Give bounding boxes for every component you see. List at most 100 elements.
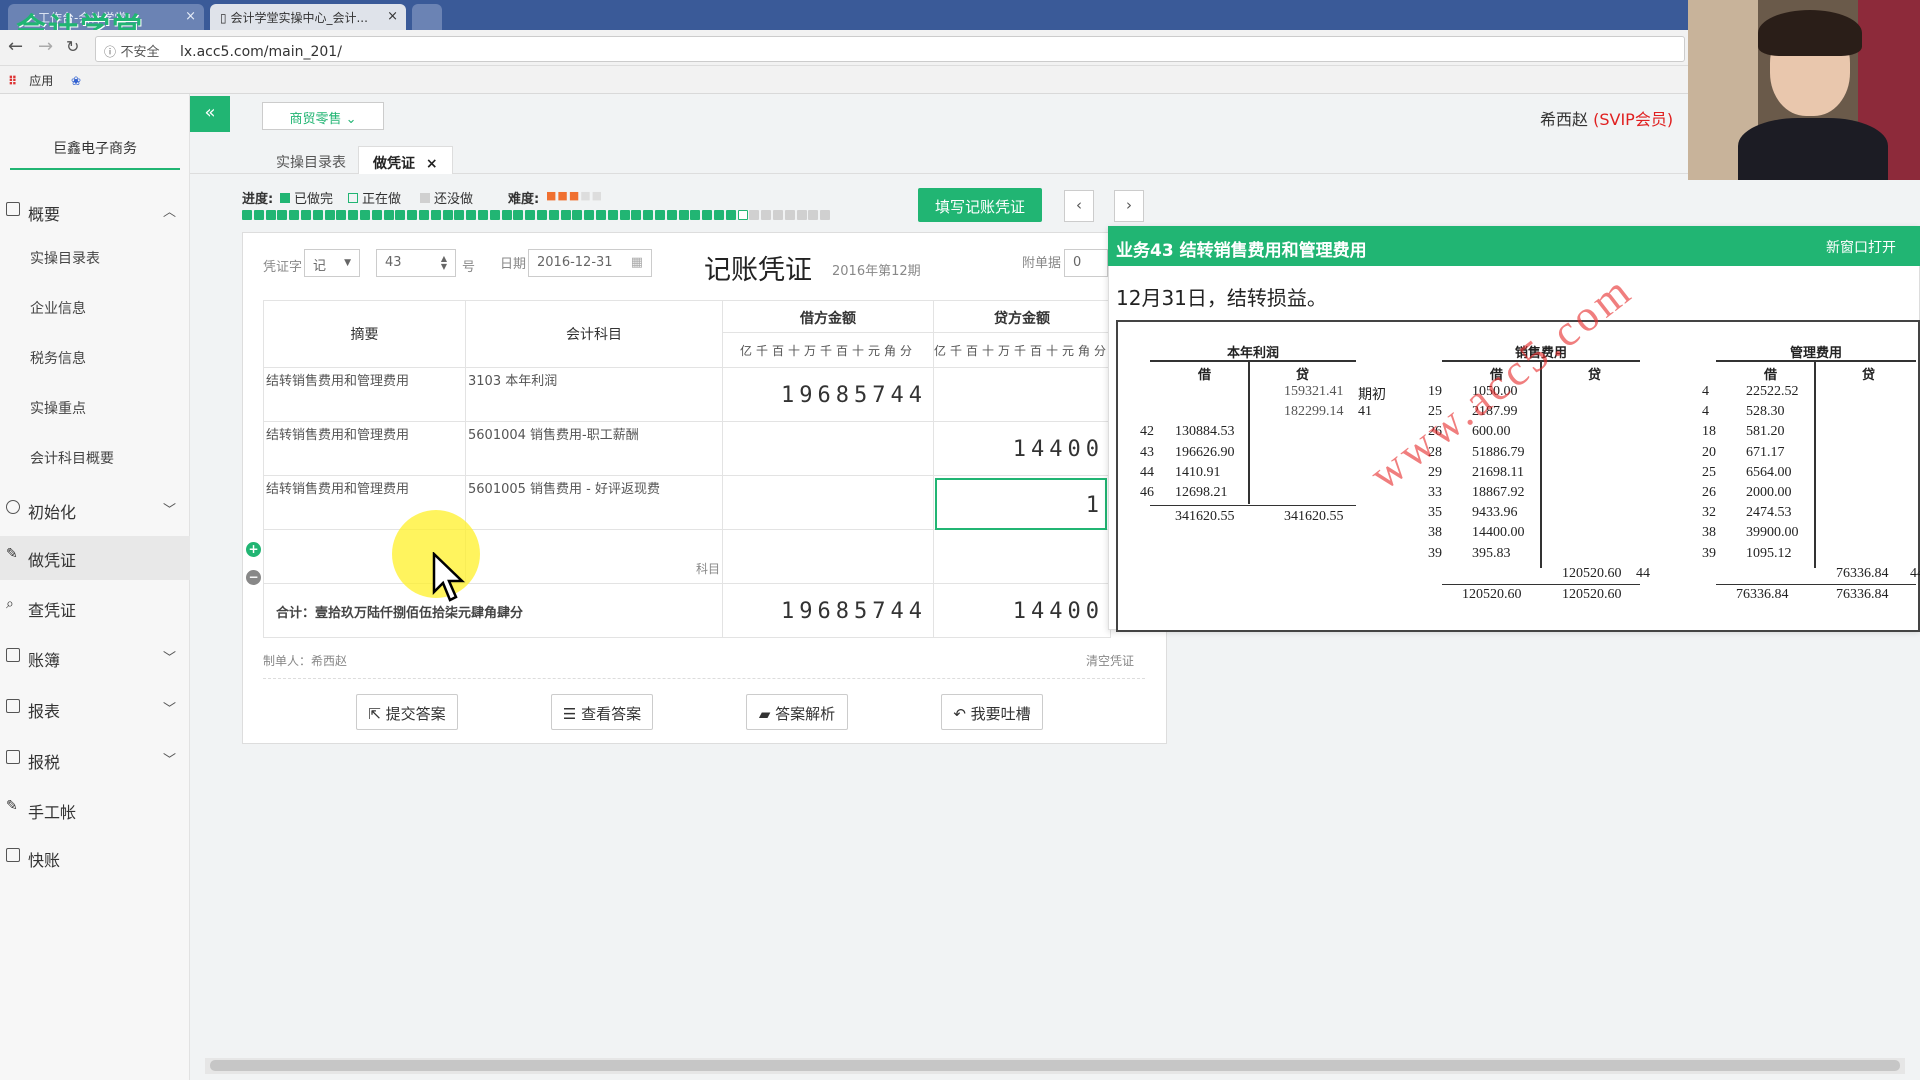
date-field[interactable]: 2016-12-31 ▦ [528,249,652,277]
new-tab-button[interactable] [412,4,442,30]
sidebar-item-init[interactable]: 初始化 ﹀ [0,488,190,532]
fill-voucher-button[interactable]: 填写记账凭证 [918,188,1042,222]
answer-analysis-button[interactable]: ▰ 答案解析 [746,694,848,730]
progress-segment-todo[interactable] [773,210,783,220]
progress-segment-done[interactable] [383,210,394,220]
sidebar-sub-key-points[interactable]: 实操重点 [30,398,86,418]
progress-segment-done[interactable] [584,210,595,220]
progress-segment-done[interactable] [395,210,406,220]
sidebar-item-ledgers[interactable]: 账簿 ﹀ [0,636,190,680]
sidebar-item-make-voucher[interactable]: ✎ 做凭证 [0,536,190,580]
collapse-sidebar-button[interactable]: « [190,96,230,132]
progress-segment-done[interactable] [537,210,547,220]
row-account[interactable]: 3103 本年利润 [465,367,723,422]
view-answer-button[interactable]: ☰ 查看答案 [551,694,653,730]
progress-segment-done[interactable] [525,210,536,220]
row-account[interactable]: 5601005 销售费用 - 好评返现费 [465,475,723,530]
close-icon[interactable]: × [185,9,196,24]
progress-segment-done[interactable] [301,210,311,220]
progress-segment-done[interactable] [607,210,618,220]
sidebar-item-reports[interactable]: 报表 ﹀ [0,687,190,731]
progress-segment-done[interactable] [631,210,642,220]
progress-segment-done[interactable] [560,210,571,220]
progress-segment-done[interactable] [548,210,559,220]
progress-segment-todo[interactable] [784,210,795,220]
progress-segment-done[interactable] [277,210,288,220]
voucher-word-select[interactable]: 记 ▼ [304,249,360,277]
apps-bookmark[interactable]: 应用 [29,74,53,88]
progress-segment-done[interactable] [501,210,512,220]
url-field[interactable]: ⓘ 不安全 lx.acc5.com/main_201/ [95,36,1685,62]
progress-segment-done[interactable] [466,210,477,220]
next-arrow-icon[interactable]: › [1114,190,1144,222]
industry-dropdown[interactable]: 商贸零售 ⌄ [262,102,384,130]
progress-segment-done[interactable] [336,210,347,220]
sidebar-item-overview[interactable]: 概要 ︿ [0,190,190,234]
progress-segment-done[interactable] [596,210,606,220]
sidebar-item-search-voucher[interactable]: ⌕ 查凭证 [0,586,190,630]
progress-segment-done[interactable] [454,210,465,220]
forward-arrow-icon[interactable]: → [38,36,53,57]
table-row[interactable]: 结转销售费用和管理费用 3103 本年利润 19685744 [263,367,1112,422]
progress-segment-todo[interactable] [796,210,807,220]
progress-segment-done[interactable] [714,210,724,220]
progress-segment-done[interactable] [242,210,252,220]
row-account[interactable]: 5601004 销售费用-职工薪酬 [465,421,723,476]
progress-segment-done[interactable] [430,210,441,220]
progress-segment-done[interactable] [289,210,300,220]
browser-tab-practice[interactable]: ▯ 会计学堂实操中心_会计... × [210,4,406,30]
progress-segment-done[interactable] [371,210,382,220]
progress-segment-done[interactable] [442,210,453,220]
row-debit[interactable]: 19685744 [722,367,934,422]
row-debit[interactable] [722,421,934,476]
row-summary[interactable]: 结转销售费用和管理费用 [263,367,466,422]
credit-amount-input[interactable]: 1 [935,478,1107,530]
sidebar-item-quick-ledger[interactable]: 快账 [0,836,190,880]
progress-segment-done[interactable] [478,210,488,220]
progress-segment-todo[interactable] [808,210,819,220]
progress-segment-todo[interactable] [761,210,772,220]
sidebar-sub-accounts-overview[interactable]: 会计科目概要 [30,448,114,468]
progress-segment-done[interactable] [725,210,736,220]
feedback-button[interactable]: ↶ 我要吐槽 [941,694,1043,730]
add-row-icon[interactable]: + [246,542,261,557]
progress-segment-done[interactable] [253,210,264,220]
voucher-number-stepper[interactable]: 43 ▲ ▼ [376,249,456,277]
stepper-arrows-icon[interactable]: ▲ ▼ [441,255,447,271]
calendar-icon[interactable]: ▦ [631,255,643,270]
row-debit[interactable] [722,475,934,530]
baidu-paw-icon[interactable]: ❀ [71,74,81,88]
progress-segment-done[interactable] [678,210,689,220]
close-icon[interactable]: × [387,9,398,24]
progress-segment-done[interactable] [489,210,500,220]
row-credit[interactable] [932,529,1112,584]
table-row[interactable]: 结转销售费用和管理费用 5601004 销售费用-职工薪酬 14400 [263,421,1112,476]
sidebar-item-tax[interactable]: 报税 ﹀ [0,738,190,782]
tab-catalog[interactable]: 实操目录表 [262,146,360,174]
scrollbar-thumb[interactable] [210,1060,1900,1071]
attach-field[interactable]: 0 [1064,249,1108,277]
progress-segment-done[interactable] [324,210,335,220]
progress-segment-todo[interactable] [749,210,760,220]
row-summary[interactable]: 结转销售费用和管理费用 [263,421,466,476]
sidebar-sub-company-info[interactable]: 企业信息 [30,298,86,318]
tab-make-voucher[interactable]: 做凭证 × [358,146,453,174]
sidebar-sub-tax-info[interactable]: 税务信息 [30,348,86,368]
progress-segment-done[interactable] [690,210,701,220]
progress-segment-done[interactable] [619,210,630,220]
user-info[interactable]: 希西赵 (SVIP会员) [1540,106,1673,130]
close-icon[interactable]: × [426,156,438,172]
progress-segment-done[interactable] [572,210,583,220]
row-credit[interactable] [932,367,1112,422]
sidebar-sub-catalog[interactable]: 实操目录表 [30,248,100,268]
progress-segment-done[interactable] [419,210,429,220]
reload-icon[interactable]: ↻ [66,37,79,56]
remove-row-icon[interactable]: − [246,570,261,585]
progress-segment-done[interactable] [513,210,524,220]
clear-voucher-link[interactable]: 清空凭证 [1086,652,1134,669]
progress-segment-done[interactable] [655,210,665,220]
progress-segment-current[interactable] [737,210,748,220]
progress-segment-todo[interactable] [820,210,831,220]
progress-segment-done[interactable] [643,210,654,220]
row-credit[interactable]: 14400 [932,421,1112,476]
